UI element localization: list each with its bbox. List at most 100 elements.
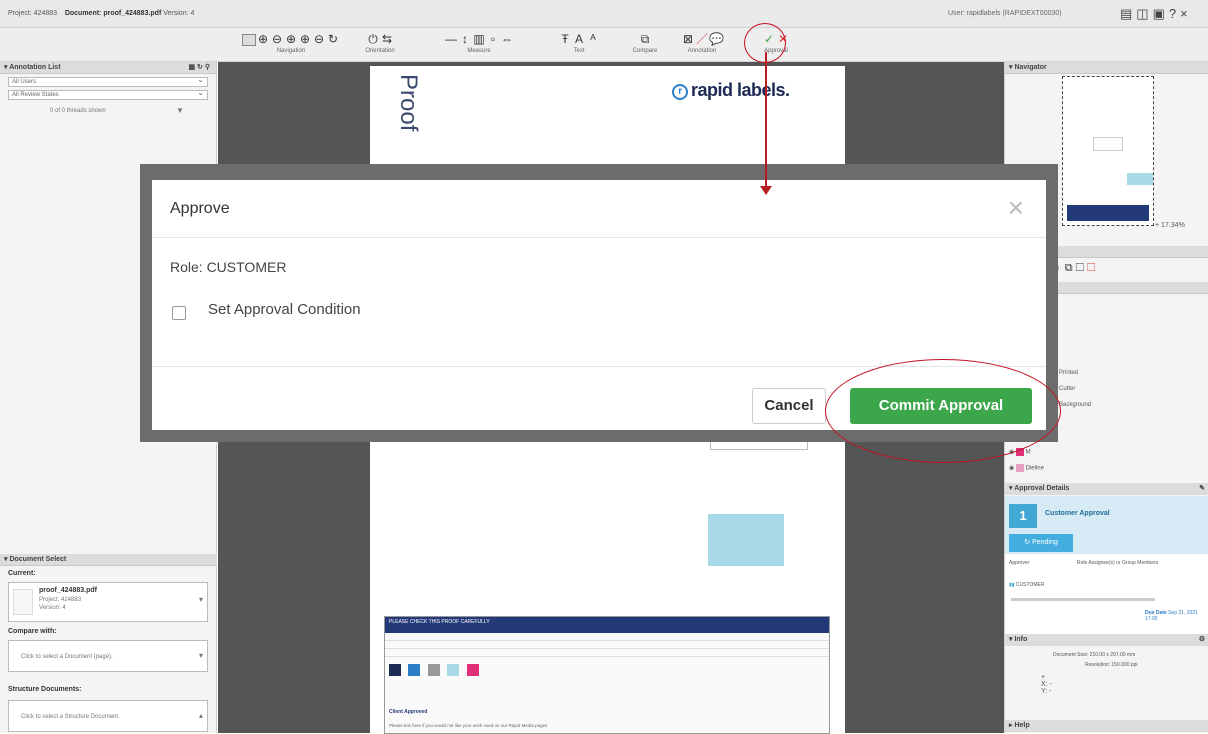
compare-with-label: Compare with:	[8, 628, 57, 635]
users-filter-select[interactable]: All Users	[8, 75, 208, 87]
toolbar-annotation-group: ⊠ ／💬 Annotation	[676, 30, 728, 60]
compare-document-select[interactable]: Click to select a Document (page). ▾	[8, 640, 208, 672]
form-heading: PLEASE CHECK THIS PROOF CAREFULLY	[385, 617, 829, 633]
chevron-down-icon[interactable]: ▾	[199, 651, 203, 660]
approval-details-header[interactable]: ▾ Approval Details ✎	[1005, 483, 1208, 495]
zoom-select-icon[interactable]	[242, 30, 256, 48]
refresh-icon: ↻	[1024, 539, 1031, 546]
form-footer-text: Please tick here if you would not like y…	[389, 723, 548, 728]
document-select-header[interactable]: ▾ Document Select	[0, 554, 217, 566]
coordinates-readout: + X: - Y: -	[1041, 674, 1052, 695]
current-document-box[interactable]: proof_424883.pdf Project: 424883 Version…	[8, 582, 208, 622]
layer-cutter[interactable]: Cutter	[1059, 386, 1075, 392]
text-font-icon[interactable]: A	[572, 30, 586, 48]
zoom-in-icon[interactable]: ⊕	[256, 30, 270, 48]
current-doc-version: Version: 4	[39, 605, 66, 611]
structure-documents-label: Structure Documents:	[8, 686, 82, 693]
document-info: Project: 424883 Document: proof_424883.p…	[8, 10, 194, 17]
role-value: CUSTOMER	[1015, 582, 1045, 588]
text-label: Text	[573, 48, 585, 54]
zoom-level[interactable]: + 17.34%	[1155, 222, 1185, 229]
navigator-header[interactable]: ▾ Navigator	[1005, 62, 1208, 74]
structure-document-select[interactable]: Click to select a Structure Document. ▴	[8, 700, 208, 732]
pen-icon[interactable]: ／	[695, 30, 709, 48]
top-bar: Project: 424883 Document: proof_424883.p…	[0, 0, 1208, 28]
flip-icon[interactable]: ⇆	[380, 30, 394, 48]
info-header[interactable]: ▾ Info ⚙	[1005, 634, 1208, 646]
form-row	[385, 649, 829, 657]
logo-mark-icon: r	[672, 84, 688, 100]
measure-line-icon[interactable]: —	[444, 30, 458, 48]
help-icon[interactable]: ?	[1169, 6, 1180, 21]
cancel-button[interactable]: Cancel	[752, 388, 826, 424]
zoom-fit-icon[interactable]: ⊕	[284, 30, 298, 48]
approval-progress-bar	[1011, 598, 1155, 601]
approvers-table: Approver Role Assignee(s) or Group Membe…	[1005, 554, 1208, 634]
compare-placeholder: Click to select a Document (page).	[21, 654, 113, 660]
layer-printed[interactable]: Printed	[1059, 370, 1078, 376]
proof-watermark: Proof	[395, 74, 422, 132]
zoom-page-icon[interactable]: ⊖	[312, 30, 326, 48]
navigator-thumbnail[interactable]	[1062, 76, 1154, 226]
layer-tool-icons[interactable]: ◐ ⧉ ☐ ☐	[1055, 262, 1095, 275]
client-approved-label: Client Approved	[389, 709, 428, 715]
densitometer-icon[interactable]: ▫	[486, 30, 500, 48]
zoom-out-icon[interactable]: ⊖	[270, 30, 284, 48]
help-header[interactable]: ▸ Help	[1005, 720, 1208, 732]
gear-icon[interactable]: ⚙	[1199, 634, 1205, 646]
dialog-divider	[152, 237, 1046, 238]
close-icon[interactable]: ×	[1180, 6, 1192, 21]
printer-icon[interactable]: ▤	[1120, 6, 1136, 21]
top-icons: ▤◫▣?×	[1120, 6, 1192, 22]
role-row: ▮▮ CUSTOMER	[1009, 582, 1044, 588]
window-icon[interactable]: ◫	[1136, 6, 1152, 21]
close-icon[interactable]: ×	[1008, 194, 1024, 222]
approval-condition-label[interactable]: Set Approval Condition	[208, 301, 361, 318]
text-size-icon[interactable]: ᴬ	[586, 30, 600, 48]
barcode-icon[interactable]: ▥	[472, 30, 486, 48]
comment-icon[interactable]: 💬	[709, 30, 724, 48]
eye-icon[interactable]: ◉	[1009, 466, 1014, 472]
zoom-plus-icon[interactable]: +	[1155, 222, 1159, 229]
measure-horizontal-icon[interactable]: ⇔	[500, 30, 514, 48]
approval-details-title: ▾ Approval Details	[1009, 485, 1070, 492]
zoom-width-icon[interactable]: ⊕	[298, 30, 312, 48]
rectangle-annotation-icon[interactable]: ⊠	[681, 30, 695, 48]
document-size: Document Size: 210.00 x 297.00 mm	[1053, 652, 1136, 658]
pin-icon[interactable]: ✎	[1199, 483, 1205, 495]
annotation-arrow-line	[765, 52, 767, 187]
measure-vertical-icon[interactable]: ↕	[458, 30, 472, 48]
commit-button-highlight	[825, 359, 1061, 463]
chevron-up-icon[interactable]: ▴	[199, 711, 203, 720]
layer-dieline[interactable]: ◉ Dieline	[1009, 464, 1044, 472]
form-row	[385, 641, 829, 649]
annotation-tools-icons[interactable]: ▦ ↻ ⚲	[189, 62, 211, 74]
pending-status-button[interactable]: ↻ Pending	[1009, 534, 1073, 552]
logo-text: rapid labels.	[691, 80, 790, 100]
annotation-list-title: ▾ Annotation List	[4, 64, 61, 71]
refresh-icon[interactable]: ↻	[326, 30, 340, 48]
pending-label: Pending	[1032, 539, 1058, 546]
document-thumbnail	[13, 589, 33, 615]
approval-condition-checkbox[interactable]	[172, 306, 186, 320]
compare-icon[interactable]: ⧉	[638, 30, 652, 48]
chevron-down-icon[interactable]: ▾	[199, 595, 203, 604]
label-preview-shape	[708, 514, 784, 566]
user-label[interactable]: User: rapidlabels (RAPIDEXT00030)	[948, 10, 1062, 17]
navigation-label: Navigation	[276, 48, 306, 54]
due-date: Due Date Sep 21, 2021 17:00	[1145, 610, 1208, 622]
layer-background[interactable]: Background	[1059, 402, 1091, 408]
version-label[interactable]: Version: 4	[163, 10, 194, 17]
annotation-arrow-head	[760, 186, 772, 195]
layer-m-label: M	[1025, 449, 1031, 456]
current-label: Current:	[8, 570, 36, 577]
states-filter-select[interactable]: All Review States	[8, 88, 208, 100]
filter-icon[interactable]: ▼	[176, 106, 184, 115]
layout-icon[interactable]: ▣	[1153, 6, 1169, 21]
annotation-list-header[interactable]: ▾ Annotation List ▦ ↻ ⚲	[0, 62, 216, 74]
approver-col-header: Approver	[1009, 560, 1030, 566]
resolution: Resolution: 150.000 ppi	[1085, 662, 1138, 668]
rotate-icon[interactable]: ⏻	[366, 30, 380, 48]
proof-approval-form: PLEASE CHECK THIS PROOF CAREFULLY Client…	[384, 616, 830, 734]
text-select-icon[interactable]: Ŧ	[558, 30, 572, 48]
